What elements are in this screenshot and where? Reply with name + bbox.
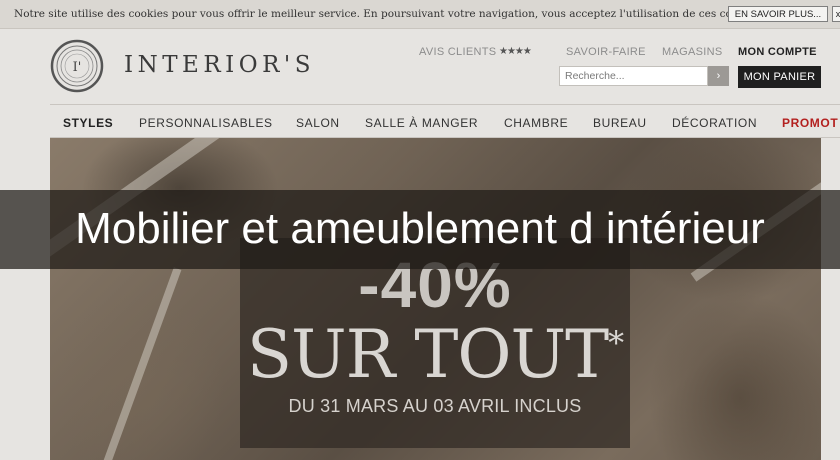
promo-asterisk: * [608,324,624,362]
search-box [559,66,708,86]
logo-mark: I' [73,60,82,75]
page-caption: Mobilier et ameublement d intérieur [75,204,765,253]
hero-decoration [98,267,182,460]
promo-headline: SUR TOUT* [240,316,630,393]
search-input[interactable] [560,67,707,85]
nav-item-promotions[interactable]: PROMOT [782,116,838,130]
promo-headline-text: SUR TOUT [246,316,609,393]
cookie-notice-text: Notre site utilise des cookies pour vous… [14,8,763,20]
cookie-more-button[interactable]: EN SAVOIR PLUS... [728,6,828,22]
nav-item-chambre[interactable]: CHAMBRE [504,116,568,130]
nav-item-decoration[interactable]: DÉCORATION [672,116,757,130]
account-link[interactable]: MON COMPTE [738,46,817,58]
stores-link[interactable]: MAGASINS [662,46,722,58]
nav-item-personnalisables[interactable]: PERSONNALISABLES [139,116,273,130]
promo-dates: DU 31 MARS AU 03 AVRIL INCLUS [288,396,582,416]
cookie-bar: Notre site utilise des cookies pour vous… [0,0,840,29]
logo-icon[interactable]: I' [50,39,104,93]
rating-stars-icon: ★★★★ [499,46,532,57]
cart-button[interactable]: MON PANIER [738,66,821,88]
know-how-link[interactable]: SAVOIR-FAIRE [566,46,646,58]
logo-text[interactable]: INTERIOR'S [124,52,315,78]
chevron-right-icon: › [716,70,721,82]
nav-item-salon[interactable]: SALON [296,116,340,130]
reviews-link[interactable]: AVIS CLIENTS [419,46,496,58]
nav-item-styles[interactable]: STYLES [63,116,113,130]
nav-divider-top [50,104,840,105]
search-submit-button[interactable]: › [708,66,729,86]
hero-banner[interactable]: -40% SUR TOUT* DU 31 MARS AU 03 AVRIL IN… [50,138,821,460]
cookie-close-button[interactable]: x [832,6,840,22]
nav-item-bureau[interactable]: BUREAU [593,116,647,130]
nav-item-salle-a-manger[interactable]: SALLE À MANGER [365,116,478,130]
